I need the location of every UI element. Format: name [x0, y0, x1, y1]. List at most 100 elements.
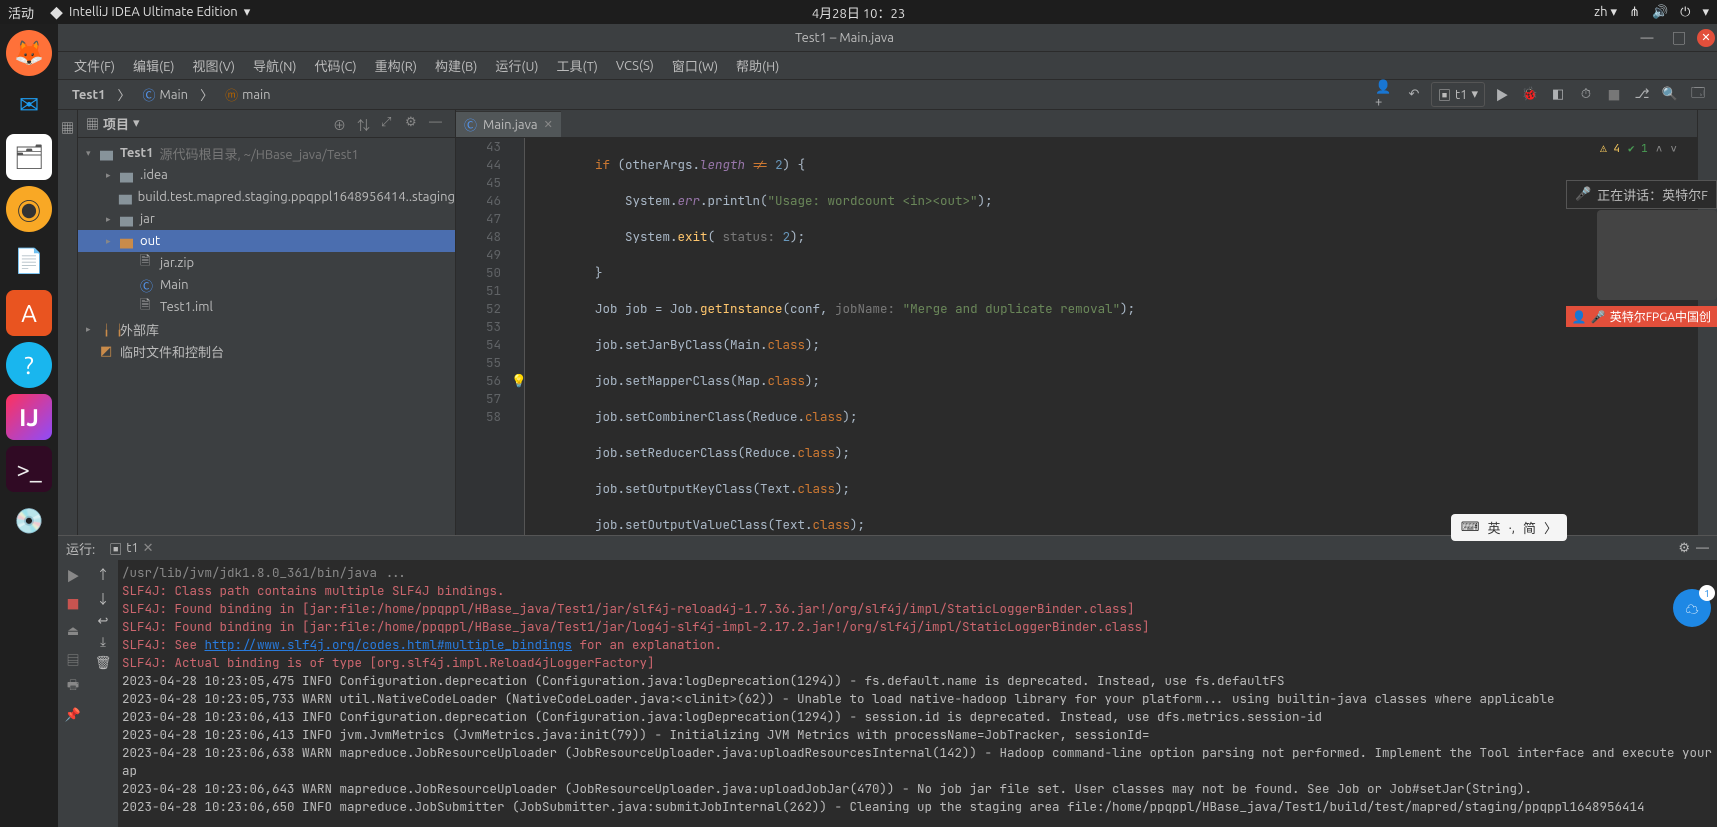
menu-run[interactable]: 运行(U)	[487, 52, 546, 79]
dock-files[interactable]: 🗂	[6, 134, 52, 180]
gear-icon[interactable]: ⚙	[1678, 541, 1690, 556]
debug-button[interactable]: 🐞	[1519, 84, 1541, 106]
volume-icon[interactable]: 🔊	[1652, 5, 1668, 20]
editor-inspection-status[interactable]: ⚠ 4 ✔ 1 ∧ ∨	[1600, 142, 1677, 156]
project-tool-window: ▦ 项目 ▾ ⊕ ⇅ ⤢ ⚙ — ▾ ▆ Test1 源代码根目录, ~/HBa	[78, 110, 456, 535]
code-editor[interactable]: ⚠ 4 ✔ 1 ∧ ∨ 43444546 47484950 51525354 5…	[456, 138, 1697, 535]
run-configuration-selector[interactable]: ▣ t1 ▾	[1431, 82, 1485, 107]
down-icon[interactable]: ∨	[1670, 142, 1677, 156]
print-button[interactable]: 🖶	[62, 676, 84, 698]
app-menu[interactable]: ◆ IntelliJ IDEA Ultimate Edition ▾	[50, 3, 250, 22]
lightbulb-icon[interactable]: 💡	[511, 372, 524, 389]
ime-indicator[interactable]: ⌨ 英 ·, 简 〉	[1451, 514, 1567, 541]
tree-root[interactable]: ▾ ▆ Test1 源代码根目录, ~/HBase_java/Test1	[78, 142, 455, 164]
system-clock[interactable]: 4月28日 10：23	[812, 3, 905, 22]
coverage-button[interactable]: ◧	[1547, 84, 1569, 106]
menu-view[interactable]: 视图(V)	[185, 52, 243, 79]
rail-project-icon[interactable]: ▦	[61, 118, 74, 137]
menu-refactor[interactable]: 重构(R)	[367, 52, 425, 79]
console-link[interactable]: http://www.slf4j.org/codes.html#multiple…	[205, 636, 573, 653]
power-icon[interactable]: ⏻	[1680, 5, 1690, 20]
editor-tabs: Ⓒ Main.java ✕	[456, 110, 1697, 138]
run-tab[interactable]: ▣ t1 ✕	[103, 537, 159, 560]
run-button[interactable]: ▶	[1491, 84, 1513, 106]
intellij-icon: ◆	[50, 3, 63, 22]
profile-button[interactable]: ⏱	[1575, 84, 1597, 106]
layout-button[interactable]: ▤	[62, 648, 84, 670]
editor-tab-main[interactable]: Ⓒ Main.java ✕	[456, 111, 561, 137]
menu-code[interactable]: 代码(C)	[306, 52, 364, 79]
back-arrow-icon[interactable]: ↶	[1403, 84, 1425, 106]
up-icon[interactable]: ∧	[1656, 142, 1663, 156]
menu-bar: 文件(F) 编辑(E) 视图(V) 导航(N) 代码(C) 重构(R) 构建(B…	[58, 52, 1717, 80]
minimize-button[interactable]: —	[1633, 28, 1661, 48]
menu-vcs[interactable]: VCS(S)	[608, 55, 662, 77]
add-user-icon[interactable]: 👤+	[1375, 84, 1397, 106]
breadcrumb-method[interactable]: ⓜ main	[219, 83, 277, 106]
locate-icon[interactable]: ⊕	[333, 115, 351, 133]
rerun-button[interactable]: ▶	[62, 564, 84, 586]
tree-folder-staging[interactable]: ▆ build.test.mapred.staging.ppqppl164895…	[78, 186, 455, 208]
menu-navigate[interactable]: 导航(N)	[245, 52, 304, 79]
tree-file-jarzip[interactable]: 🗎 jar.zip	[78, 252, 455, 274]
soft-wrap-icon[interactable]: ↩	[98, 614, 109, 629]
settings-icon[interactable]: 🗔	[1687, 84, 1709, 106]
tree-file-main[interactable]: Ⓒ Main	[78, 274, 455, 296]
close-button[interactable]: ✕	[1697, 29, 1715, 47]
dock-software[interactable]: A	[6, 290, 52, 336]
dock-help[interactable]: ?	[6, 342, 52, 388]
dock-firefox[interactable]: 🦊	[6, 30, 52, 76]
menu-build[interactable]: 构建(B)	[427, 52, 485, 79]
expand-all-icon[interactable]: ⇅	[357, 115, 375, 133]
class-icon: Ⓒ	[143, 85, 156, 104]
tree-file-iml[interactable]: 🗎 Test1.iml	[78, 296, 455, 318]
collapse-all-icon[interactable]: ⤢	[381, 115, 399, 133]
tree-folder-out[interactable]: ▸ ▆ out	[78, 230, 455, 252]
tree-scratches[interactable]: ◩ 临时文件和控制台	[78, 340, 455, 362]
console-output[interactable]: /usr/lib/jvm/jdk1.8.0_361/bin/java ... S…	[118, 560, 1717, 827]
dock-intellij[interactable]: IJ	[6, 394, 52, 440]
stop-button[interactable]: ■	[1603, 84, 1625, 106]
stop-button[interactable]: ■	[62, 592, 84, 614]
expand-icon: ▸	[86, 324, 100, 335]
cloud-sync-badge[interactable]: ☁ 1	[1673, 589, 1711, 627]
maximize-button[interactable]: ▢	[1665, 28, 1693, 48]
tree-folder-jar[interactable]: ▸ ▆ jar	[78, 208, 455, 230]
close-tab-icon[interactable]: ✕	[544, 118, 553, 131]
gear-icon[interactable]: ⚙	[405, 115, 423, 133]
system-top-bar: 活动 ◆ IntelliJ IDEA Ultimate Edition ▾ 4月…	[0, 0, 1717, 24]
git-button[interactable]: ⎇	[1631, 84, 1653, 106]
dock-terminal[interactable]: >_	[6, 446, 52, 492]
tree-external-libs[interactable]: ▸ ╽╽ 外部库	[78, 318, 455, 340]
dock-disc[interactable]: 💿	[6, 498, 52, 544]
tree-label: .idea	[140, 168, 168, 182]
menu-edit[interactable]: 编辑(E)	[125, 52, 182, 79]
dock-libreoffice[interactable]: 📄	[6, 238, 52, 284]
breadcrumb-class[interactable]: Ⓒ Main	[137, 83, 195, 106]
close-icon[interactable]: ✕	[143, 541, 154, 556]
menu-window[interactable]: 窗口(W)	[664, 52, 726, 79]
hide-icon[interactable]: —	[429, 115, 447, 133]
clear-icon[interactable]: 🗑	[95, 656, 112, 671]
tree-folder-idea[interactable]: ▸ ▆ .idea	[78, 164, 455, 186]
menu-help[interactable]: 帮助(H)	[728, 52, 787, 79]
run-config-name: t1	[1455, 88, 1467, 102]
hide-icon[interactable]: —	[1696, 541, 1709, 556]
up-stack-icon[interactable]: ↑	[96, 564, 109, 583]
menu-file[interactable]: 文件(F)	[66, 52, 123, 79]
search-icon[interactable]: 🔍	[1659, 84, 1681, 106]
menu-tools[interactable]: 工具(T)	[548, 52, 605, 79]
activities-button[interactable]: 活动	[8, 3, 34, 22]
code-content[interactable]: if (otherArgs.length != 2) { System.err.…	[525, 138, 1697, 535]
exit-button[interactable]: ⏏	[62, 620, 84, 642]
dock-rhythmbox[interactable]: ◉	[6, 186, 52, 232]
scroll-end-icon[interactable]: ⤓	[100, 635, 106, 650]
network-icon[interactable]: ⋔	[1629, 5, 1640, 20]
input-lang[interactable]: zh ▾	[1594, 5, 1617, 20]
down-stack-icon[interactable]: ↓	[96, 589, 109, 608]
dock-thunderbird[interactable]: ✉	[6, 82, 52, 128]
breadcrumb-root[interactable]: Test1	[66, 86, 111, 104]
pin-button[interactable]: 📌	[62, 704, 84, 726]
chevron-down-icon[interactable]: ▾	[133, 116, 140, 131]
titlebar: Test1 – Main.java — ▢ ✕	[58, 24, 1717, 52]
